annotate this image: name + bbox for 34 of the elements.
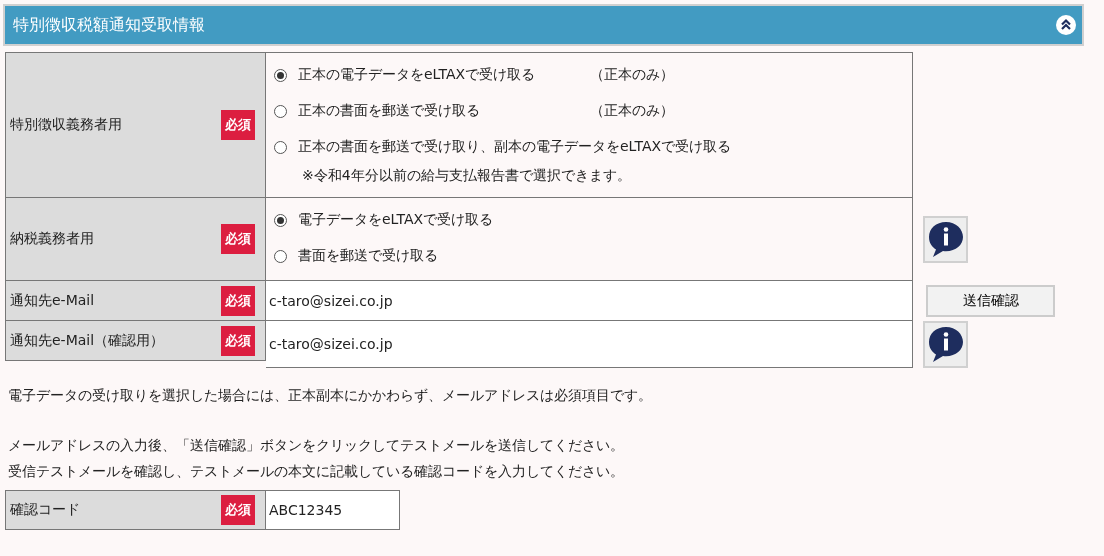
radio-option[interactable]: 正本の書面を郵送で受け取り、副本の電子データをeLTAXで受け取る bbox=[274, 129, 912, 165]
instruction-text: メールアドレスの入力後、「送信確認」ボタンをクリックしてテストメールを送信してください。 bbox=[8, 436, 625, 455]
info-icon bbox=[927, 220, 964, 259]
required-badge: 必須 bbox=[221, 325, 255, 356]
radio-button[interactable] bbox=[274, 104, 287, 118]
chevrons-up-icon[interactable] bbox=[1056, 15, 1076, 35]
radio-option[interactable]: 電子データをeLTAXで受け取る bbox=[274, 202, 912, 238]
radio-option[interactable]: 正本の電子データをeLTAXで受け取る （正本のみ） bbox=[274, 57, 912, 93]
code-field[interactable]: ABC12345 bbox=[266, 490, 400, 530]
required-badge: 必須 bbox=[221, 224, 255, 254]
info-button[interactable] bbox=[923, 216, 968, 263]
instruction-text: 受信テストメールを確認し、テストメールの本文に記載している確認コードを入力してください。 bbox=[8, 462, 625, 481]
instruction-text: 電子データの受け取りを選択した場合には、正本副本にかかわらず、メールアドレスは必須項目です。 bbox=[8, 386, 653, 405]
required-badge: 必須 bbox=[221, 495, 255, 525]
field-label: 納税義務者用 bbox=[10, 230, 94, 248]
info-button[interactable] bbox=[923, 321, 968, 368]
field-label: 通知先e-Mail（確認用） bbox=[10, 331, 165, 350]
radio-option[interactable]: 正本の書面を郵送で受け取る （正本のみ） bbox=[274, 93, 912, 129]
required-badge: 必須 bbox=[221, 110, 255, 140]
radio-button[interactable] bbox=[274, 68, 287, 82]
required-badge: 必須 bbox=[221, 285, 255, 316]
field-label: 特別徴収義務者用 bbox=[10, 116, 122, 134]
radio-option[interactable]: 書面を郵送で受け取る bbox=[274, 238, 912, 274]
email-field[interactable]: c-taro@sizei.co.jp bbox=[266, 281, 913, 321]
send-check-button[interactable]: 送信確認 bbox=[926, 285, 1055, 317]
remark-text: ※令和4年分以前の給与支払報告書で選択できます。 bbox=[301, 166, 632, 185]
radio-button[interactable] bbox=[274, 140, 287, 154]
field-label: 確認コード bbox=[10, 501, 80, 519]
radio-button[interactable] bbox=[274, 213, 287, 227]
email-field[interactable]: c-taro@sizei.co.jp bbox=[266, 321, 913, 368]
info-icon bbox=[927, 325, 964, 364]
panel-title: 特別徴収税額通知受取情報 bbox=[13, 14, 205, 36]
field-label: 通知先e-Mail bbox=[10, 291, 95, 310]
radio-button[interactable] bbox=[274, 249, 287, 263]
